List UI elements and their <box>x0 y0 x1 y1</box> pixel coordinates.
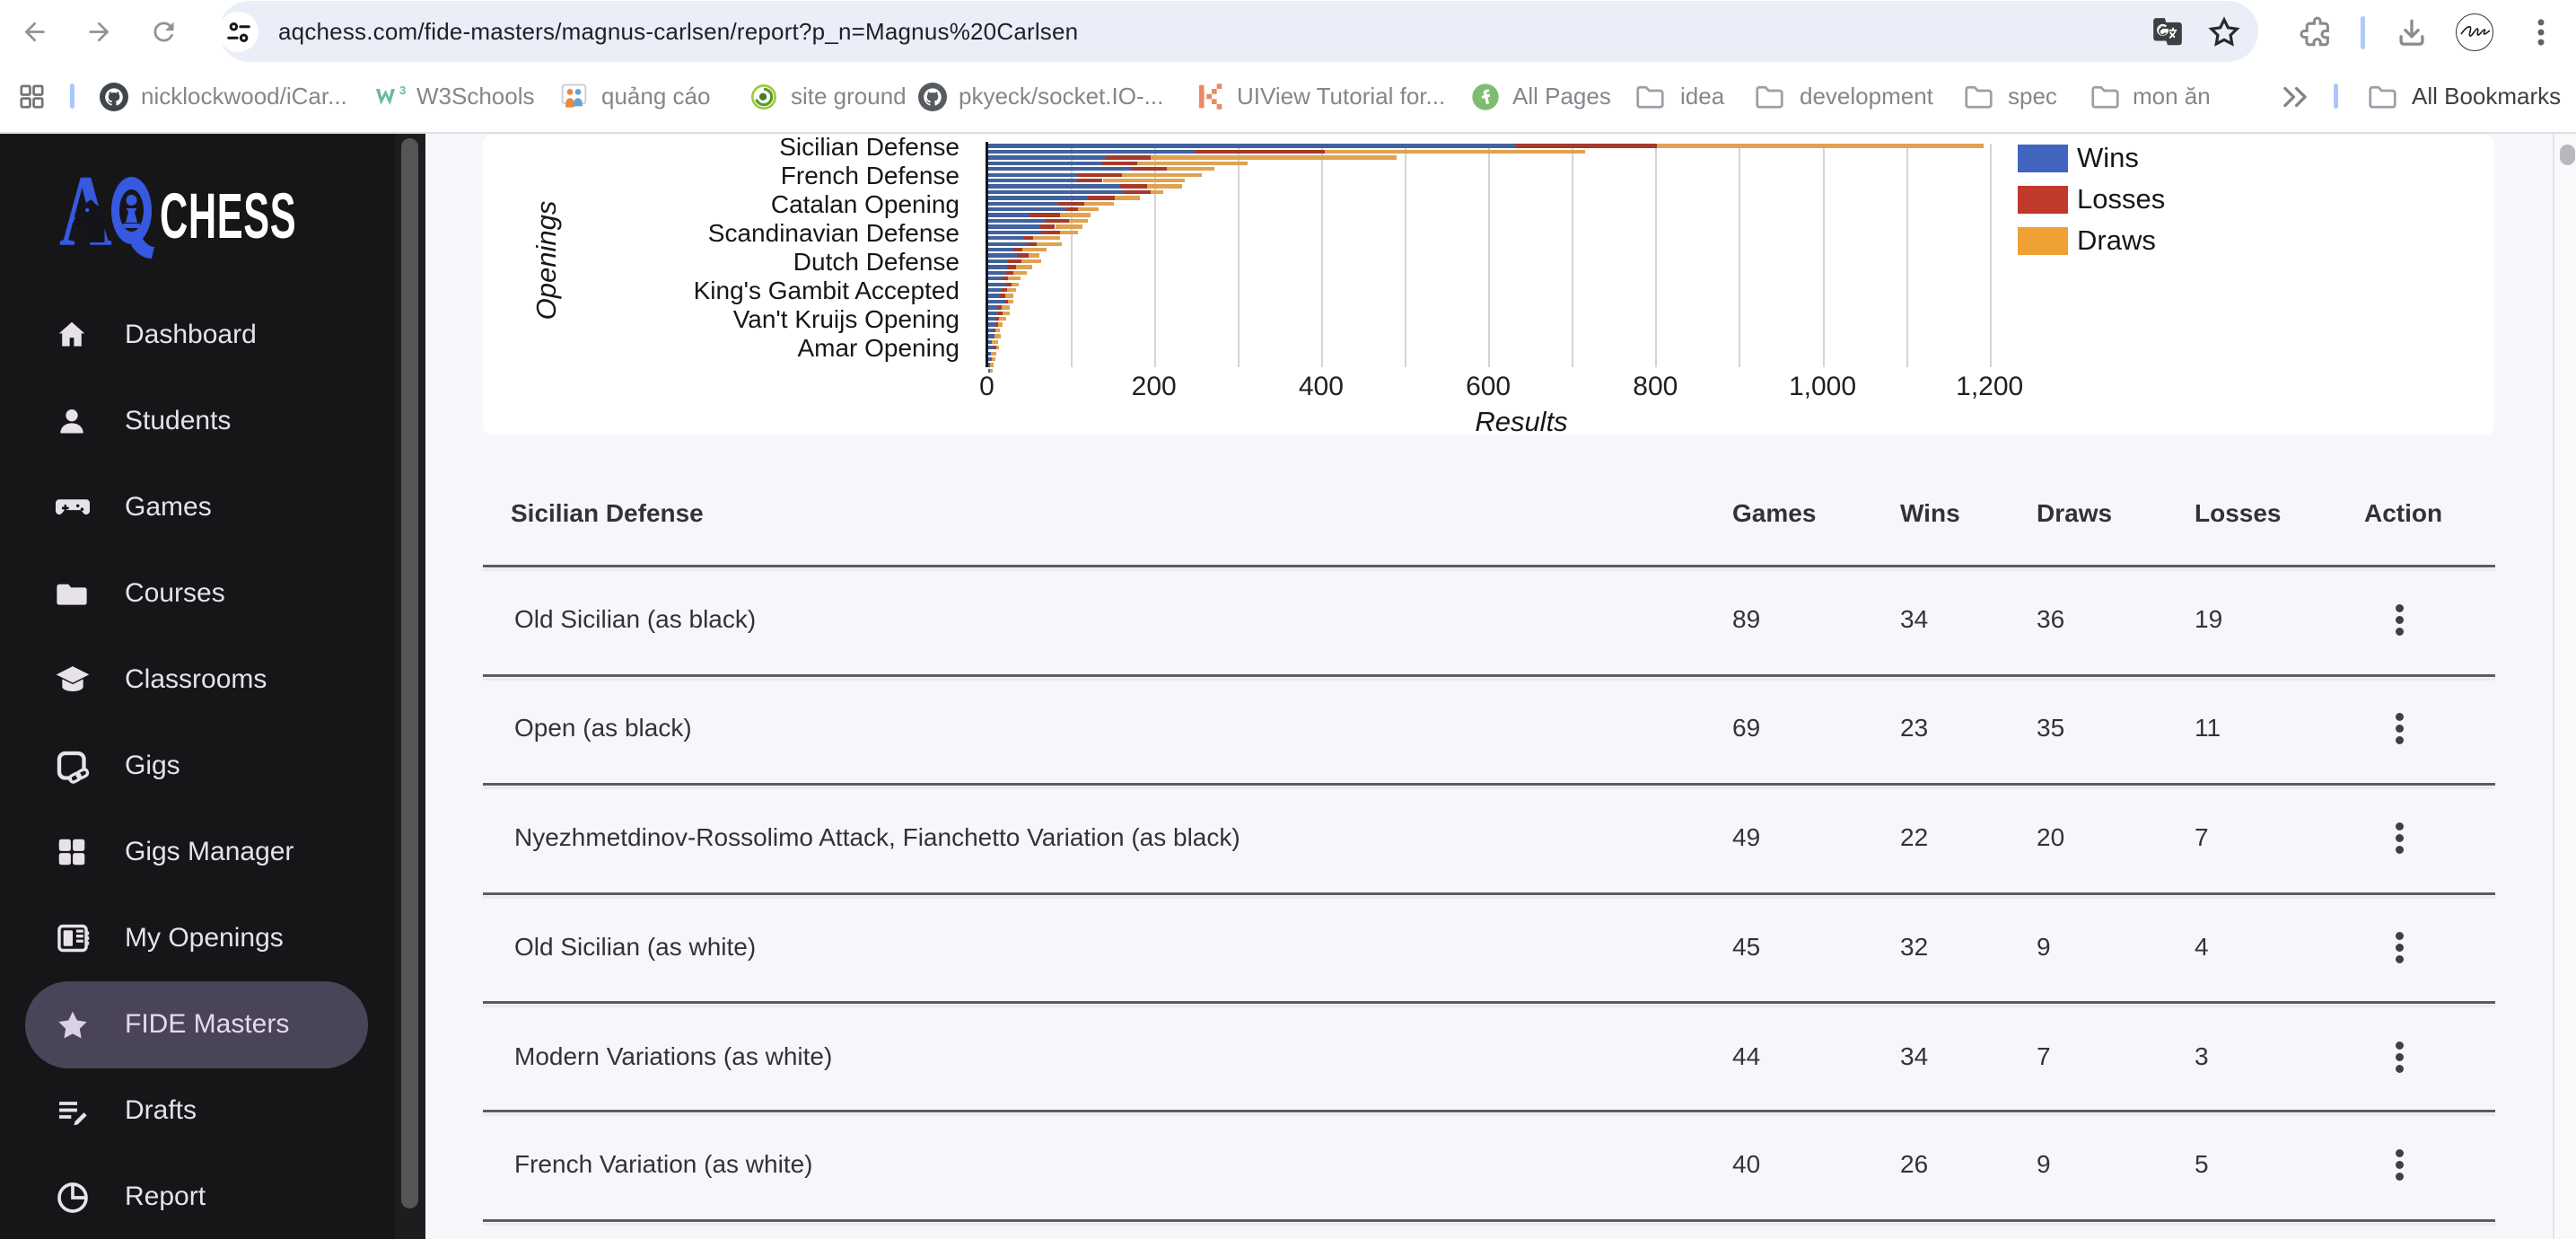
svg-text:3: 3 <box>399 83 406 97</box>
